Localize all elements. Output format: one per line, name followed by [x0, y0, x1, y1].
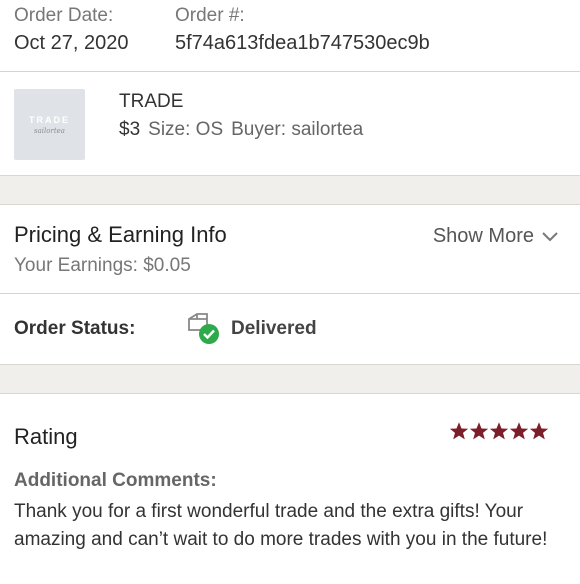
rating-section: Rating Additional Comments: Thank you fo…	[0, 394, 580, 584]
section-gap	[0, 175, 580, 205]
show-more-button[interactable]: Show More	[433, 225, 558, 248]
earnings-text: Your Earnings: $0.05	[14, 255, 191, 276]
thumbnail-subtext: sailortea	[34, 126, 65, 135]
order-status-label: Order Status:	[14, 318, 136, 339]
item-price: $3	[119, 119, 141, 140]
star-icon	[469, 422, 489, 440]
package-delivered-icon	[188, 313, 219, 344]
pricing-title: Pricing & Earning Info	[14, 222, 227, 247]
item-buyer: Buyer: sailortea	[231, 119, 364, 140]
star-icon	[509, 422, 529, 440]
order-date-value: Oct 27, 2020	[14, 32, 129, 54]
order-date-label: Order Date:	[14, 5, 114, 26]
star-rating	[449, 421, 549, 441]
show-more-label: Show More	[432, 225, 534, 247]
item-thumbnail[interactable]: TRADE sailortea	[14, 89, 85, 160]
order-number-value: 5f74a613fdea1b747530ec9b	[175, 32, 430, 54]
rating-title: Rating	[14, 424, 78, 449]
thumbnail-text: TRADE	[29, 114, 70, 125]
star-icon	[489, 422, 509, 440]
item-name[interactable]: TRADE	[119, 91, 183, 113]
item-size: Size: OS	[148, 119, 224, 140]
pricing-section: Pricing & Earning Info Your Earnings: $0…	[0, 205, 580, 293]
comments-label: Additional Comments:	[14, 470, 217, 491]
order-status-value: Delivered	[231, 318, 317, 339]
chevron-down-icon	[542, 231, 558, 241]
star-icon	[449, 422, 469, 440]
star-icon	[529, 422, 549, 440]
section-gap	[0, 364, 580, 394]
order-header: Order Date: Oct 27, 2020 Order #: 5f74a6…	[0, 0, 580, 71]
order-number-label: Order #:	[175, 5, 245, 26]
status-section: Order Status: Delivered	[0, 294, 580, 364]
item-meta: $3 Size: OS Buyer: sailortea	[119, 119, 363, 141]
order-item[interactable]: TRADE sailortea TRADE $3 Size: OS Buyer: s…	[0, 72, 580, 175]
comments-text: Thank you for a first wonderful trade an…	[14, 501, 548, 550]
